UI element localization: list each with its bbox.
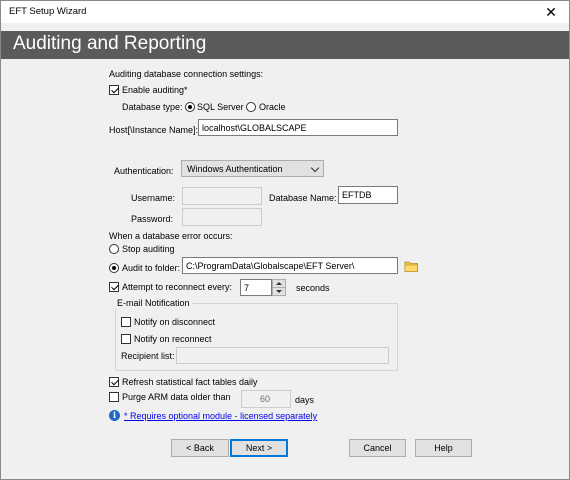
password-input[interactable] <box>182 208 262 226</box>
database-type-label: Database type: <box>122 102 183 112</box>
audit-to-folder-radio[interactable] <box>109 263 119 273</box>
title-bar: EFT Setup Wizard ✕ <box>1 1 569 23</box>
cancel-button[interactable]: Cancel <box>349 439 406 457</box>
notify-disconnect-label: Notify on disconnect <box>134 317 216 327</box>
sql-server-radio[interactable] <box>185 102 195 112</box>
oracle-label: Oracle <box>259 102 286 112</box>
page-title: Auditing and Reporting <box>13 33 207 54</box>
enable-auditing-label: Enable auditing* <box>122 85 188 95</box>
recipient-list-input[interactable] <box>176 347 389 364</box>
spin-down-icon[interactable] <box>276 290 282 293</box>
optional-module-link[interactable]: * Requires optional module - licensed se… <box>124 411 317 421</box>
host-label: Host[\Instance Name]: <box>109 125 199 135</box>
reconnect-label: Attempt to reconnect every: <box>122 282 233 292</box>
username-label: Username: <box>131 193 176 203</box>
email-notification-heading: E-mail Notification <box>115 298 192 308</box>
page-banner: Auditing and Reporting <box>1 31 569 59</box>
authentication-label: Authentication: <box>114 166 174 176</box>
host-input[interactable]: localhost\GLOBALSCAPE <box>198 119 398 136</box>
spin-up-icon[interactable] <box>276 282 282 285</box>
enable-auditing-checkbox[interactable] <box>109 85 119 95</box>
notify-reconnect-checkbox[interactable] <box>121 334 131 344</box>
stop-auditing-label: Stop auditing <box>122 244 175 254</box>
connection-settings-heading: Auditing database connection settings: <box>109 69 264 79</box>
recipient-list-label: Recipient list: <box>121 351 175 361</box>
stop-auditing-radio[interactable] <box>109 244 119 254</box>
refresh-fact-tables-label: Refresh statistical fact tables daily <box>122 377 258 387</box>
database-name-label: Database Name: <box>269 193 337 203</box>
days-label: days <box>295 395 315 405</box>
oracle-radio[interactable] <box>246 102 256 112</box>
folder-icon[interactable] <box>404 259 419 273</box>
audit-to-folder-label: Audit to folder: <box>122 263 181 273</box>
window-title: EFT Setup Wizard <box>9 6 87 17</box>
authentication-select[interactable]: Windows Authentication <box>181 160 324 177</box>
database-error-heading: When a database error occurs: <box>109 231 233 241</box>
setup-wizard-window: EFT Setup Wizard ✕ Auditing and Reportin… <box>0 0 570 480</box>
chevron-down-icon <box>310 163 320 173</box>
reconnect-interval-input[interactable]: 7 <box>240 279 272 296</box>
sql-server-label: SQL Server <box>197 102 244 112</box>
username-input[interactable] <box>182 187 262 205</box>
notify-reconnect-label: Notify on reconnect <box>134 334 212 344</box>
back-button[interactable]: < Back <box>171 439 229 457</box>
audit-folder-input[interactable]: C:\ProgramData\Globalscape\EFT Server\ <box>182 257 398 274</box>
reconnect-checkbox[interactable] <box>109 282 119 292</box>
info-icon: i <box>109 410 120 421</box>
spinner-divider <box>273 287 285 288</box>
seconds-label: seconds <box>296 283 330 293</box>
reconnect-spinner[interactable] <box>272 279 286 296</box>
notify-disconnect-checkbox[interactable] <box>121 317 131 327</box>
purge-days-input[interactable]: 60 <box>241 390 291 408</box>
purge-arm-checkbox[interactable] <box>109 392 119 402</box>
close-icon[interactable]: ✕ <box>541 3 561 21</box>
purge-arm-label: Purge ARM data older than <box>122 392 231 402</box>
refresh-fact-tables-checkbox[interactable] <box>109 377 119 387</box>
database-name-input[interactable]: EFTDB <box>338 186 398 204</box>
next-button[interactable]: Next > <box>230 439 288 457</box>
authentication-value: Windows Authentication <box>187 164 283 174</box>
password-label: Password: <box>131 214 174 224</box>
help-button[interactable]: Help <box>415 439 472 457</box>
